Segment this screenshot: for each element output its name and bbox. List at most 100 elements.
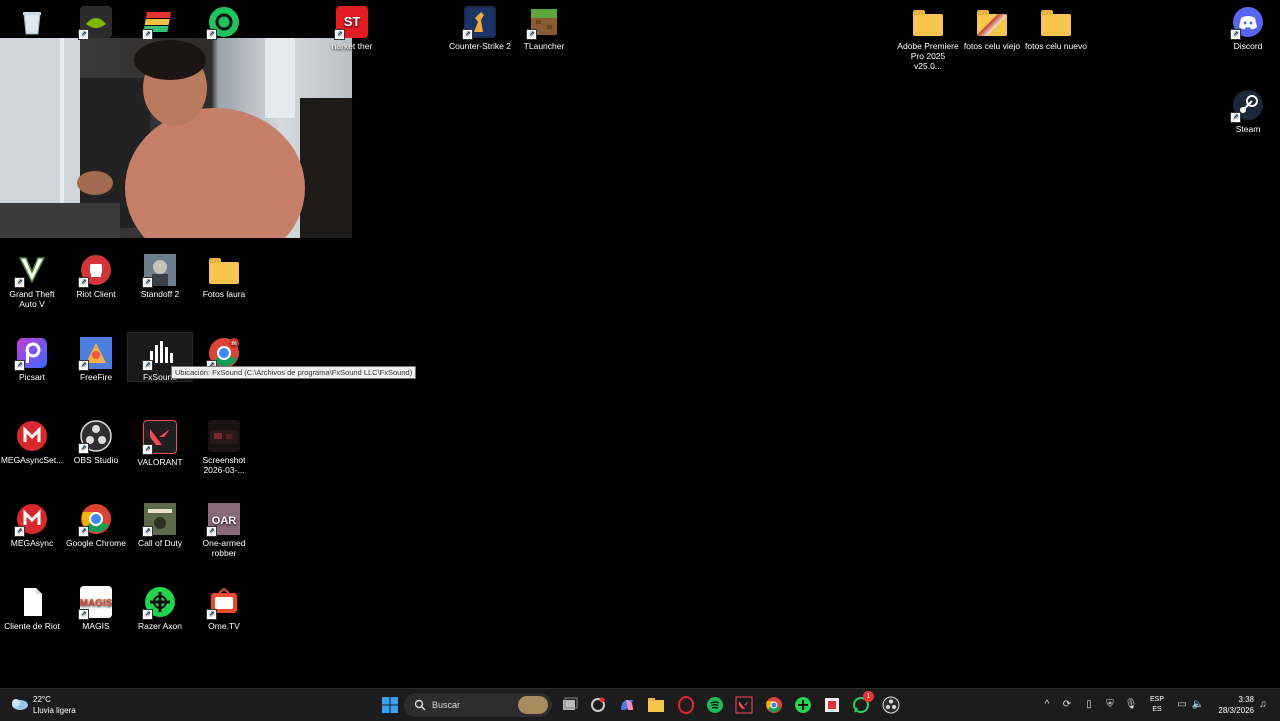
language-code: ESP <box>1149 696 1164 703</box>
razer-axon-icon[interactable]: ↗ Razer Axon <box>128 582 192 631</box>
gta-logo-icon: ↗ <box>14 254 48 288</box>
adobe-premiere-folder[interactable]: Adobe Premiere Pro 2025 v25.0... <box>896 2 960 71</box>
taskbar-search-box[interactable]: Buscar <box>404 693 552 717</box>
clock[interactable]: 3:38 28/3/2026 <box>1210 694 1254 716</box>
task-view-button[interactable] <box>557 693 581 717</box>
spotify-icon <box>707 697 723 713</box>
notification-bell-icon[interactable]: ♫ <box>1256 698 1270 712</box>
valorant-label: VALORANT <box>137 457 183 467</box>
obs-studio-icon[interactable]: ↗ OBS Studio <box>64 416 128 465</box>
obs-logo-icon: ↗ <box>78 420 112 454</box>
one-armed-robber-icon[interactable]: OAR ↗ One-armed robber <box>192 499 256 558</box>
google-chrome-icon[interactable]: ↗ Google Chrome <box>64 499 128 548</box>
steam-label: Steam <box>1235 124 1261 134</box>
recycle-bin-icon[interactable] <box>0 2 64 41</box>
freefire-icon[interactable]: ↗ FreeFire <box>64 333 128 382</box>
steam-logo-icon: ↗ <box>1230 89 1264 123</box>
cliente-de-riot-icon[interactable]: Cliente de Riot <box>0 582 64 631</box>
fotos-celu-nuevo-label: fotos celu nuevo <box>1025 41 1087 51</box>
weather-desc: Lluvia ligera <box>33 706 76 715</box>
chevron-up-icon[interactable]: ^ <box>1040 698 1054 712</box>
picsart-label: Picsart <box>19 372 45 382</box>
razer-axon-logo-icon: ↗ <box>142 586 176 620</box>
riot-client-icon[interactable]: ↗ Riot Client <box>64 250 128 299</box>
task-view-icon <box>563 697 578 710</box>
mega-logo-icon <box>16 420 48 452</box>
webcam-overlay <box>0 38 352 238</box>
magis-icon[interactable]: MAGIS ↗ MAGIS <box>64 582 128 631</box>
fxsound-location-tooltip: Ubicación: FxSound (C:\Archivos de progr… <box>171 366 417 379</box>
defender-shield-icon[interactable]: ⛨ <box>1103 698 1117 712</box>
taskbar: 22°C Lluvia ligera Buscar 1 ^ ⟳ ▯ ⛨ 🎙 ES… <box>0 688 1280 721</box>
start-button[interactable] <box>378 693 402 717</box>
google-chrome-label: Google Chrome <box>65 538 126 548</box>
counter-strike-2-icon[interactable]: ↗ Counter-Strike 2 <box>448 2 512 51</box>
cod-cover-icon: ↗ <box>142 503 176 537</box>
discord-icon[interactable]: ↗ Discord <box>1216 2 1280 51</box>
obs-studio-label: OBS Studio <box>73 455 119 465</box>
blank-file-icon <box>16 586 48 618</box>
usb-icon[interactable]: ▯ <box>1082 698 1096 712</box>
chrome-logo-icon: ↗ <box>78 503 112 537</box>
megasync-icon[interactable]: ↗ MEGAsync <box>0 499 64 548</box>
language-indicator[interactable]: ESP ES <box>1147 695 1167 715</box>
valorant-icon[interactable]: ↗ VALORANT <box>128 416 192 467</box>
taskbar-copilot[interactable] <box>615 693 639 717</box>
standoff-2-icon[interactable]: ↗ Standoff 2 <box>128 250 192 299</box>
bluestacks-logo-icon: ↗ <box>142 6 176 40</box>
ome-tv-icon[interactable]: ↗ Ome.TV <box>192 582 256 631</box>
taskbar-chrome[interactable] <box>762 693 786 717</box>
taskbar-whatsapp[interactable]: 1 <box>849 691 874 717</box>
taskbar-file-explorer[interactable] <box>644 693 668 717</box>
steam-icon[interactable]: ↗ Steam <box>1216 85 1280 134</box>
megasync-setup-icon[interactable]: MEGAsyncSet... <box>0 416 64 465</box>
discord-logo-icon: ↗ <box>1230 6 1264 40</box>
clock-time: 3:38 <box>1238 695 1254 704</box>
opera-icon <box>678 696 694 714</box>
whatsapp-badge: 1 <box>863 691 874 702</box>
picsart-icon[interactable]: ↗ Picsart <box>0 333 64 382</box>
weather-temp: 22°C <box>33 695 51 704</box>
microphone-icon[interactable]: 🎙 <box>1124 698 1138 712</box>
taskbar-app-gear[interactable] <box>586 693 610 717</box>
volume-icon[interactable]: 🔈 <box>1191 698 1205 712</box>
counter-strike-2-label: Counter-Strike 2 <box>449 41 511 51</box>
market-tracker-label: narket ther <box>331 41 373 51</box>
st-logo-icon: ST ↗ <box>334 6 368 40</box>
taskbar-snipping-tool[interactable] <box>820 693 844 717</box>
megasync-setup-label: MEGAsyncSet... <box>0 455 64 465</box>
fotos-celu-nuevo-folder[interactable]: fotos celu nuevo <box>1024 2 1088 51</box>
network-icon[interactable]: ▭ <box>1175 698 1189 712</box>
obs-icon <box>882 696 900 714</box>
screenshot-file-icon[interactable]: Screenshot 2026-03-... <box>192 416 256 475</box>
clock-date: 28/3/2026 <box>1218 706 1254 715</box>
riot-client-label: Riot Client <box>76 289 116 299</box>
recycle-bin-icon-graphic <box>16 6 48 38</box>
minecraft-block-icon: ↗ <box>526 6 560 40</box>
image-thumbnail-icon <box>208 420 240 452</box>
screenshot-label: Screenshot 2026-03-... <box>202 455 246 475</box>
picsart-logo-icon: ↗ <box>14 337 48 371</box>
weather-widget[interactable]: 22°C Lluvia ligera <box>10 693 100 717</box>
fotos-celu-viejo-folder[interactable]: fotos celu viejo <box>960 2 1024 51</box>
fotos-celu-viejo-label: fotos celu viejo <box>963 41 1021 51</box>
call-of-duty-icon[interactable]: ↗ Call of Duty <box>128 499 192 548</box>
taskbar-razer-axon[interactable] <box>791 693 815 717</box>
taskbar-opera[interactable] <box>674 693 698 717</box>
snipping-tool-icon <box>825 698 839 712</box>
market-tracker-icon[interactable]: ST ↗ narket ther <box>320 2 384 51</box>
nvidia-app-icon[interactable]: ↗ <box>64 2 128 41</box>
sync-icon[interactable]: ⟳ <box>1060 698 1074 712</box>
taskbar-valorant[interactable] <box>732 693 756 717</box>
chrome-icon <box>766 697 782 713</box>
svg-text:m: m <box>231 341 236 347</box>
taskbar-obs[interactable] <box>879 693 903 717</box>
fxsound-bars-icon: ↗ <box>142 337 176 371</box>
taskbar-spotify[interactable] <box>703 693 727 717</box>
bluestacks-icon[interactable]: ↗ <box>128 2 192 41</box>
folder-icon <box>648 698 664 712</box>
gta-v-icon[interactable]: ↗ Grand Theft Auto V <box>0 250 64 309</box>
fotos-laura-folder[interactable]: Fotos laura <box>192 250 256 299</box>
tlauncher-icon[interactable]: ↗ TLauncher <box>512 2 576 51</box>
green-app-icon[interactable]: ↗ <box>192 2 256 41</box>
